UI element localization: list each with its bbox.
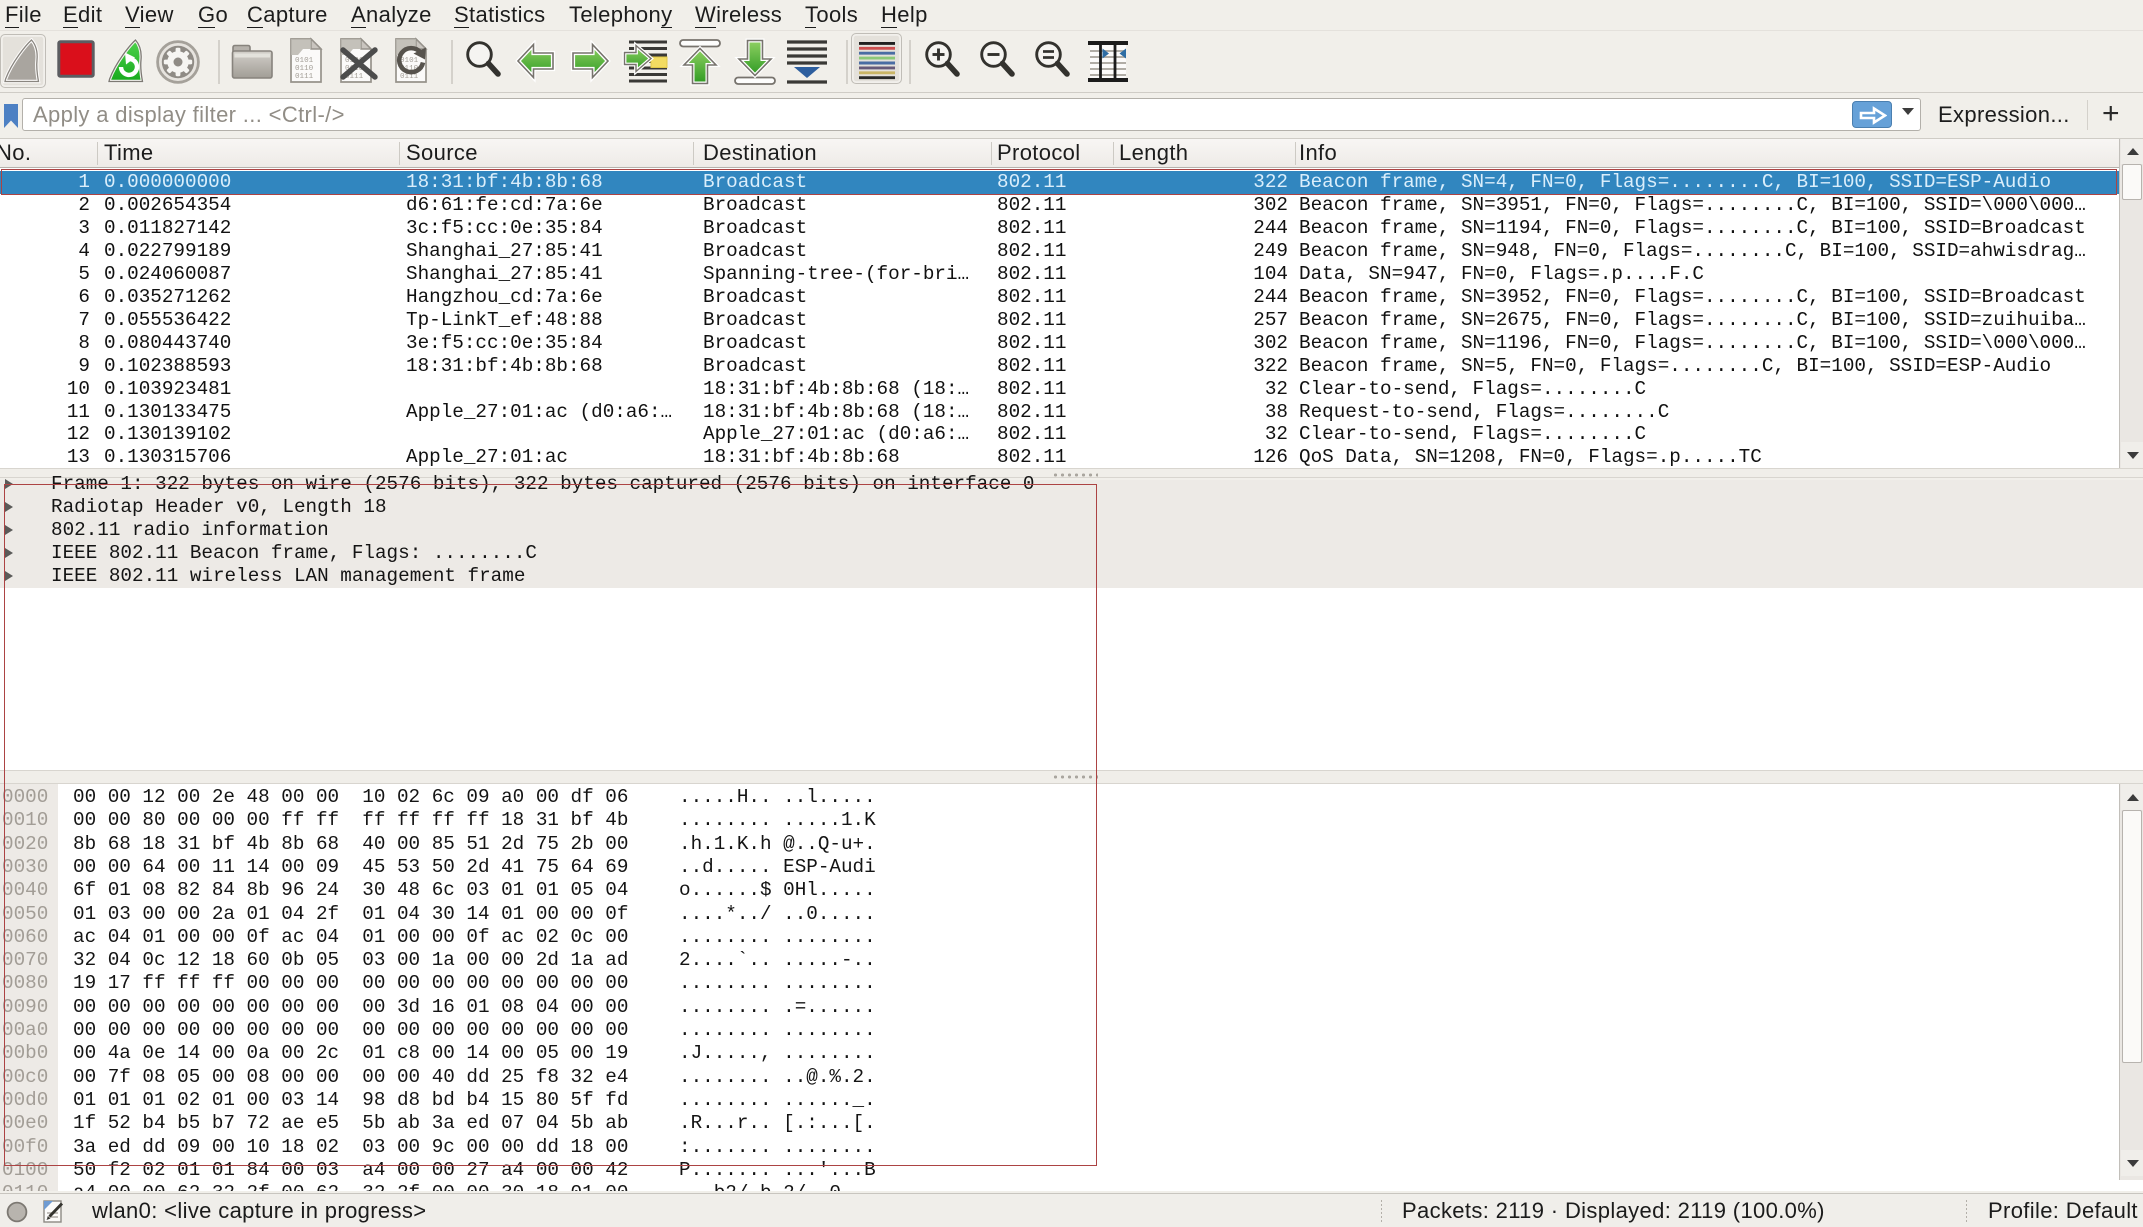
svg-text:0101: 0101 <box>400 57 419 65</box>
svg-text:0111: 0111 <box>295 73 314 81</box>
svg-text:0101: 0101 <box>295 57 314 65</box>
svg-text:0110: 0110 <box>295 65 314 73</box>
